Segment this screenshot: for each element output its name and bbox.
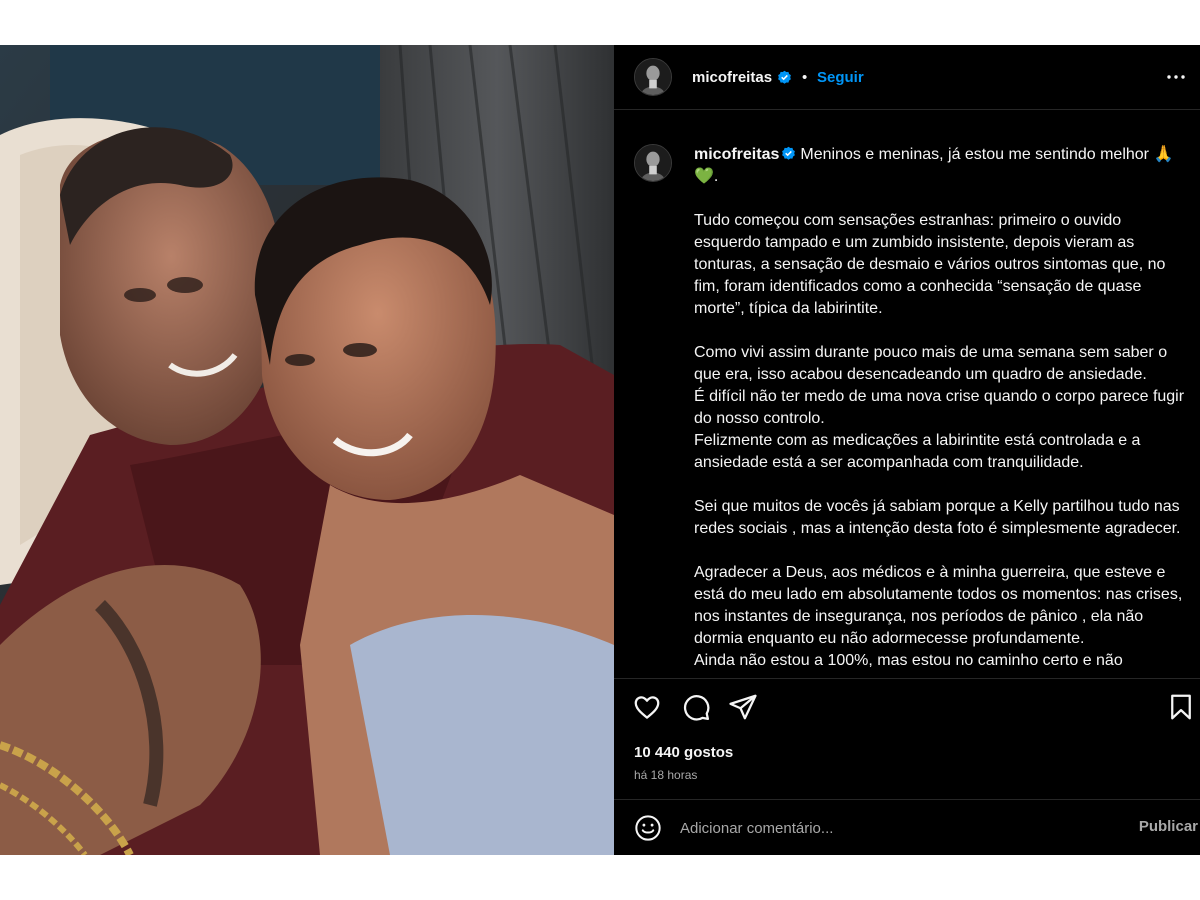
likes-count[interactable]: 10 440 gostos bbox=[634, 744, 733, 761]
post-header: micofreitas • Seguir bbox=[614, 45, 1200, 110]
instagram-post: micofreitas • Seguir micofreitas Meninos… bbox=[0, 45, 1200, 855]
post-timestamp[interactable]: há 18 horas bbox=[634, 768, 697, 782]
caption-paragraph: Sei que muitos de vocês já sabiam porque… bbox=[694, 498, 1181, 537]
comment-input[interactable] bbox=[680, 814, 1120, 842]
caption-paragraph: Tudo começou com sensações estranhas: pr… bbox=[694, 212, 1166, 317]
caption-username[interactable]: micofreitas bbox=[694, 146, 779, 163]
heart-icon[interactable] bbox=[632, 692, 662, 722]
verified-badge-icon bbox=[781, 146, 796, 161]
separator-dot: • bbox=[802, 69, 808, 86]
caption-area[interactable]: micofreitas Meninos e meninas, já estou m… bbox=[614, 111, 1200, 678]
caption-first-paragraph: micofreitas Meninos e meninas, já estou m… bbox=[694, 144, 1190, 188]
post-side-panel: micofreitas • Seguir micofreitas Meninos… bbox=[614, 45, 1200, 855]
comment-bubble-icon[interactable] bbox=[681, 692, 711, 722]
publish-button[interactable]: Publicar bbox=[1139, 818, 1198, 835]
caption-first-line-end: 💚. bbox=[694, 168, 719, 185]
header-username[interactable]: micofreitas bbox=[692, 69, 772, 86]
verified-badge-icon bbox=[777, 70, 792, 85]
profile-picture bbox=[635, 59, 671, 95]
follow-button[interactable]: Seguir bbox=[817, 69, 864, 86]
comment-bar: Publicar bbox=[614, 799, 1200, 856]
post-actions: 10 440 gostos há 18 horas Publicar bbox=[614, 678, 1200, 855]
header-username-row: micofreitas bbox=[692, 69, 792, 86]
emoji-smile-icon[interactable] bbox=[634, 814, 662, 842]
couple-selfie-image bbox=[0, 45, 614, 855]
post-photo[interactable] bbox=[0, 45, 614, 855]
send-icon[interactable] bbox=[728, 692, 758, 722]
caption-paragraph: Como vivi assim durante pouco mais de um… bbox=[694, 344, 1185, 471]
more-options-icon[interactable] bbox=[1164, 65, 1188, 89]
caption-text: micofreitas Meninos e meninas, já estou m… bbox=[694, 144, 1190, 672]
avatar[interactable] bbox=[634, 58, 672, 96]
profile-picture bbox=[635, 145, 671, 181]
caption-first-line: Meninos e meninas, já estou me sentindo … bbox=[800, 146, 1174, 163]
caption-avatar[interactable] bbox=[634, 144, 672, 182]
caption-paragraph: Agradecer a Deus, aos médicos e à minha … bbox=[694, 564, 1183, 669]
bookmark-icon[interactable] bbox=[1166, 692, 1196, 722]
